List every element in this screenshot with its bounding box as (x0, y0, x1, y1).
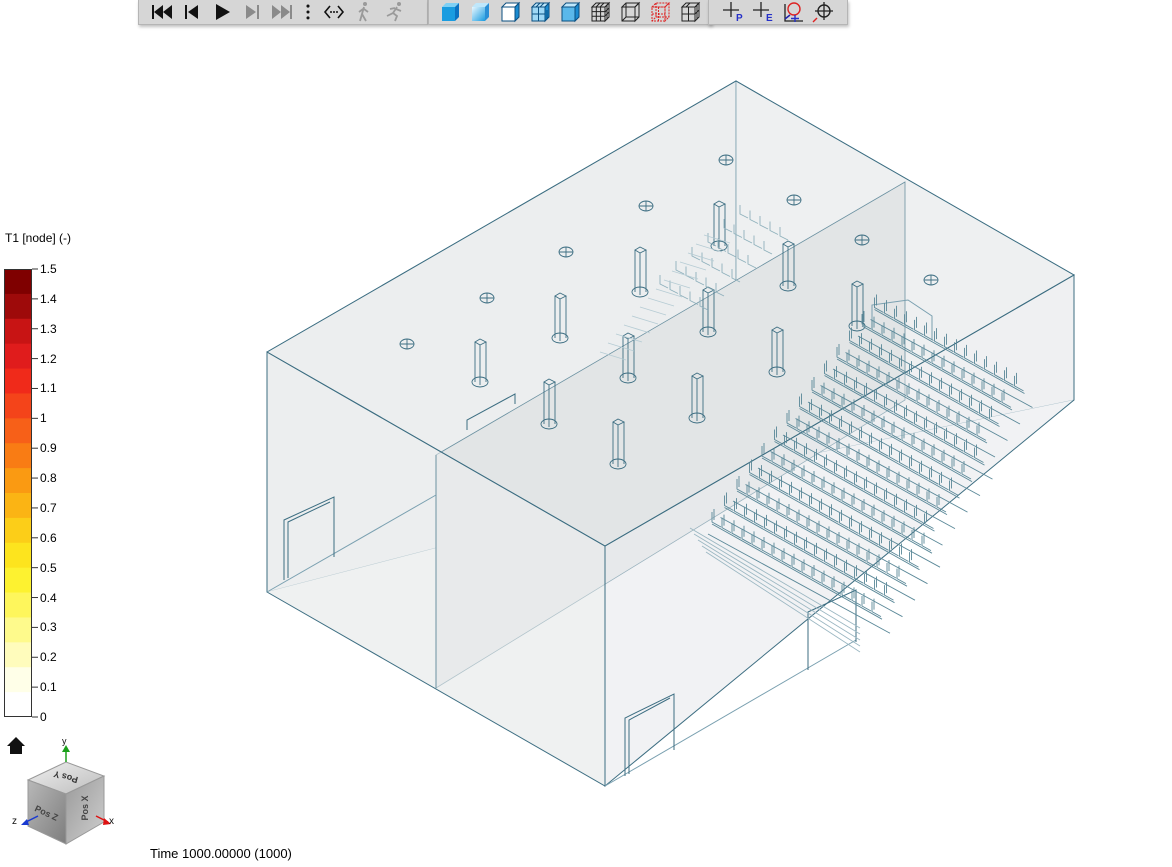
color-scale-label: 1.1 (40, 381, 57, 396)
step-forward-icon (246, 5, 259, 19)
walk-icon (358, 2, 369, 22)
wireframe-mesh-icon (590, 1, 611, 23)
step-forward-button[interactable] (237, 0, 267, 24)
wireframe-icon (620, 1, 641, 23)
step-back-button[interactable] (177, 0, 207, 24)
color-band (4, 343, 32, 370)
wireframe-mesh-button[interactable] (585, 0, 615, 24)
pick-point-button[interactable]: P (719, 0, 749, 24)
run-icon (386, 2, 402, 22)
step-back-icon (185, 5, 198, 19)
color-band (4, 293, 32, 320)
pick-point-letter: P (736, 13, 743, 23)
solid-outline-icon (500, 1, 521, 23)
color-band (4, 642, 32, 668)
color-band (4, 592, 32, 618)
color-band (4, 567, 32, 594)
center-target-icon (812, 2, 833, 23)
color-scale-label: 0.9 (40, 441, 57, 456)
x-axis-label: x (109, 816, 114, 827)
color-band (4, 692, 32, 718)
wireframe-button[interactable] (615, 0, 645, 24)
color-band (4, 269, 32, 295)
color-scale-label: 1.2 (40, 351, 57, 366)
color-scale-label: 0.3 (40, 620, 57, 635)
more-options-icon (306, 4, 310, 20)
color-band (4, 393, 32, 419)
color-band (4, 368, 32, 394)
navigation-cube[interactable]: Pos Y Pos Z Pos X y x z (12, 736, 124, 848)
loop-button[interactable] (319, 0, 349, 24)
color-band (4, 418, 32, 444)
run-button[interactable] (379, 0, 409, 24)
more-options-button[interactable] (297, 0, 319, 24)
z-axis-label: z (12, 816, 17, 827)
pick-toolbar: P E (708, 0, 848, 25)
color-band (4, 493, 32, 519)
red-wireframe-icon (650, 1, 671, 23)
color-scale-label: 0.6 (40, 530, 57, 545)
color-band (4, 517, 32, 544)
model-viewport[interactable] (0, 0, 1172, 867)
time-readout: Time 1000.00000 (1000) (150, 846, 292, 861)
color-scale-label: 1.4 (40, 291, 57, 306)
color-scale-label: 0.2 (40, 650, 57, 665)
measure-button[interactable] (779, 0, 809, 24)
color-scale-label: 0.5 (40, 560, 57, 575)
color-scale-label: 0 (40, 710, 47, 724)
room-model (266, 80, 1076, 788)
color-band (4, 667, 32, 693)
solid-edges-icon (530, 1, 551, 23)
color-scale-label: 0.8 (40, 471, 57, 486)
color-scale-label: 1.5 (40, 262, 57, 276)
color-band (4, 318, 32, 345)
solid-shaded-button[interactable] (435, 0, 465, 24)
view-mode-toolbar (428, 0, 712, 25)
color-scale-bar (4, 268, 38, 718)
color-band (4, 542, 32, 569)
hidden-line-icon (560, 1, 581, 23)
solid-shaded-icon (442, 3, 459, 21)
solid-edges-button[interactable] (525, 0, 555, 24)
color-scale-label: 0.1 (40, 680, 57, 695)
smooth-shaded-icon (472, 3, 489, 21)
loop-icon (323, 5, 345, 19)
skip-to-end-icon (272, 5, 292, 19)
skip-to-start-icon (152, 5, 172, 19)
playback-toolbar (138, 0, 428, 25)
skip-to-start-button[interactable] (147, 0, 177, 24)
color-scale-label: 1 (40, 411, 47, 426)
hidden-wireframe-icon (680, 1, 701, 23)
walk-button[interactable] (349, 0, 379, 24)
play-button[interactable] (207, 0, 237, 24)
y-axis-label: y (62, 736, 67, 746)
color-band (4, 443, 32, 469)
color-scale-label: 1.3 (40, 321, 57, 336)
hidden-line-button[interactable] (555, 0, 585, 24)
solid-outline-button[interactable] (495, 0, 525, 24)
smooth-shaded-button[interactable] (465, 0, 495, 24)
y-axis-arrowhead (62, 745, 70, 752)
color-scale-label: 0.7 (40, 500, 57, 515)
cube-right-label: Pos X (80, 795, 90, 820)
red-wireframe-button[interactable] (645, 0, 675, 24)
pick-element-button[interactable]: E (749, 0, 779, 24)
legend-title: T1 [node] (-) (5, 231, 72, 245)
pick-element-letter: E (766, 13, 773, 23)
pick-point-icon: P (723, 2, 743, 23)
color-band (4, 617, 32, 643)
hidden-wireframe-button[interactable] (675, 0, 705, 24)
measure-icon (784, 2, 803, 22)
center-target-button[interactable] (809, 0, 839, 24)
color-scale-label: 0.4 (40, 590, 57, 605)
skip-to-end-button[interactable] (267, 0, 297, 24)
pick-element-icon: E (753, 2, 773, 23)
color-band (4, 468, 32, 494)
play-icon (216, 4, 230, 20)
